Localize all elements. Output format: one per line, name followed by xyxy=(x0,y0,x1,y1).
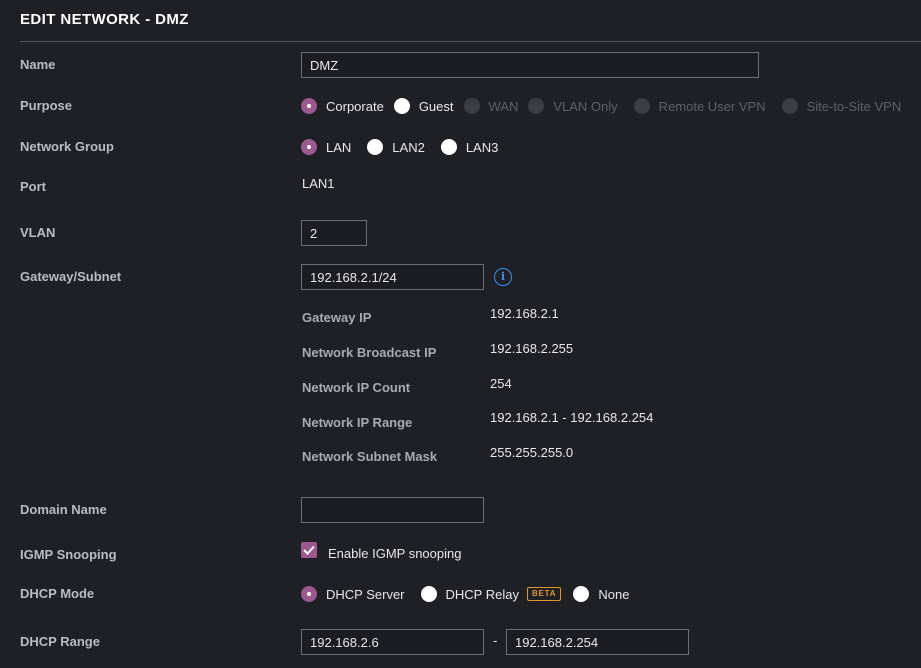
purpose-option-remote-user-vpn: Remote User VPN xyxy=(633,98,766,114)
page-title: EDIT NETWORK - DMZ xyxy=(20,11,189,28)
purpose-option-label: Corporate xyxy=(326,98,384,114)
purpose-option-label: Guest xyxy=(418,98,454,114)
radio-icon[interactable] xyxy=(440,139,457,155)
network-group-option-label: LAN3 xyxy=(465,139,499,155)
radio-icon[interactable] xyxy=(420,586,437,602)
radio-icon[interactable] xyxy=(393,98,410,114)
ip-count-label: Network IP Count xyxy=(302,380,411,395)
gateway-subnet-label: Gateway/Subnet xyxy=(20,269,122,284)
igmp-snooping-checkbox[interactable] xyxy=(301,542,317,558)
network-group-option-lan3[interactable]: LAN3 xyxy=(440,139,499,155)
dhcp-mode-label: DHCP Mode xyxy=(20,586,95,601)
radio-disabled-icon xyxy=(633,98,650,114)
name-label: Name xyxy=(20,57,56,72)
ip-range-label: Network IP Range xyxy=(302,415,413,430)
purpose-label: Purpose xyxy=(20,98,73,113)
dhcp-mode-option-none[interactable]: None xyxy=(573,586,629,602)
dhcp-range-separator: - xyxy=(493,633,498,648)
radio-disabled-icon xyxy=(528,98,545,114)
broadcast-ip-value: 192.168.2.255 xyxy=(490,341,574,356)
purpose-option-label: Remote User VPN xyxy=(658,98,766,114)
purpose-option-site-to-site-vpn: Site-to-Site VPN xyxy=(781,98,902,114)
vlan-input[interactable] xyxy=(301,220,367,246)
purpose-option-label: VLAN Only xyxy=(553,98,618,114)
radio-selected-icon[interactable] xyxy=(301,586,317,602)
purpose-option-guest[interactable]: Guest xyxy=(393,98,454,114)
purpose-option-wan: WAN xyxy=(463,98,519,114)
subnet-mask-label: Network Subnet Mask xyxy=(302,449,438,464)
gateway-ip-label: Gateway IP xyxy=(302,310,372,325)
radio-disabled-icon xyxy=(463,98,480,114)
title-divider xyxy=(20,41,921,42)
purpose-option-vlan-only: VLAN Only xyxy=(528,98,618,114)
port-label: Port xyxy=(20,179,46,194)
domain-name-label: Domain Name xyxy=(20,502,107,517)
network-group-radio-group: LAN LAN2 LAN3 xyxy=(301,137,508,157)
vlan-label: VLAN xyxy=(20,225,56,240)
dhcp-range-label: DHCP Range xyxy=(20,634,100,649)
radio-disabled-icon xyxy=(781,98,798,114)
dhcp-mode-option-label: DHCP Relay xyxy=(445,586,519,602)
network-group-option-label: LAN2 xyxy=(392,139,425,155)
purpose-radio-group: Corporate Guest WAN VLAN Only Remote Use… xyxy=(301,96,901,116)
radio-selected-icon[interactable] xyxy=(301,139,317,155)
radio-icon[interactable] xyxy=(367,139,384,155)
network-group-option-label: LAN xyxy=(326,139,352,155)
network-group-label: Network Group xyxy=(20,139,114,154)
purpose-option-label: WAN xyxy=(488,98,519,114)
name-input[interactable] xyxy=(301,52,759,78)
igmp-snooping-label: IGMP Snooping xyxy=(20,547,117,562)
radio-selected-icon[interactable] xyxy=(301,98,317,114)
info-icon[interactable]: i xyxy=(494,268,512,286)
igmp-snooping-checkbox-label: Enable IGMP snooping xyxy=(328,546,462,561)
dhcp-range-start-input[interactable] xyxy=(301,629,484,655)
purpose-option-corporate[interactable]: Corporate xyxy=(301,98,384,114)
checkmark-icon xyxy=(303,545,315,555)
dhcp-range-end-input[interactable] xyxy=(506,629,689,655)
domain-name-input[interactable] xyxy=(301,497,484,523)
port-value: LAN1 xyxy=(302,176,335,191)
gateway-subnet-input[interactable] xyxy=(301,264,484,290)
network-group-option-lan[interactable]: LAN xyxy=(301,139,351,155)
dhcp-mode-option-relay[interactable]: DHCP Relay BETA xyxy=(420,586,574,602)
gateway-ip-value: 192.168.2.1 xyxy=(490,306,559,321)
network-group-option-lan2[interactable]: LAN2 xyxy=(367,139,425,155)
ip-count-value: 254 xyxy=(490,376,512,391)
dhcp-mode-radio-group: DHCP Server DHCP Relay BETA None xyxy=(301,584,639,604)
ip-range-value: 192.168.2.1 - 192.168.2.254 xyxy=(490,410,654,425)
dhcp-mode-option-server[interactable]: DHCP Server xyxy=(301,586,405,602)
broadcast-ip-label: Network Broadcast IP xyxy=(302,345,437,360)
purpose-option-label: Site-to-Site VPN xyxy=(806,98,902,114)
subnet-mask-value: 255.255.255.0 xyxy=(490,445,574,460)
dhcp-mode-option-label: DHCP Server xyxy=(326,586,405,602)
beta-badge: BETA xyxy=(526,587,562,601)
radio-icon[interactable] xyxy=(573,586,590,602)
dhcp-mode-option-label: None xyxy=(598,586,630,602)
